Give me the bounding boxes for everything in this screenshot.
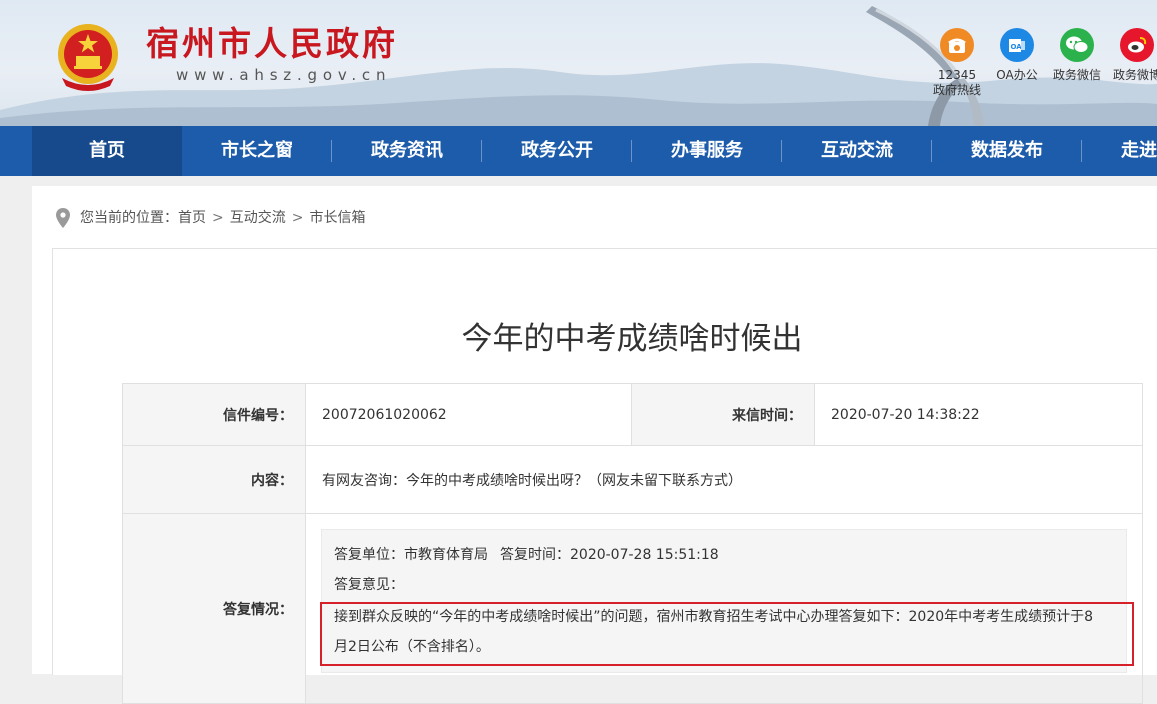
table-row: 内容： 有网友咨询：今年的中考成绩啥时候出呀？（网友未留下联系方式） (122, 445, 1143, 514)
site-header: 宿州市人民政府 www.ahsz.gov.cn 12345 政府热线 OA OA… (0, 0, 1157, 126)
quick-link-label: 政务微信 (1052, 68, 1101, 82)
letter-reply-label: 答复情况： (122, 513, 306, 704)
quick-link-oa[interactable]: OA OA办公 (987, 28, 1047, 83)
wechat-icon (1060, 28, 1094, 62)
table-row: 答复情况： 答复单位：市教育体育局 答复时间：2020-07-28 15:51:1… (122, 513, 1143, 704)
nav-item-data-release[interactable]: 数据发布 (932, 126, 1082, 176)
nav-item-open-government[interactable]: 政务公开 (482, 126, 632, 176)
quick-link-label: OA办公 (996, 68, 1038, 82)
breadcrumb-separator: > (291, 210, 304, 226)
letter-time-label: 来信时间： (631, 383, 815, 446)
letter-content-value: 有网友咨询：今年的中考成绩啥时候出呀？（网友未留下联系方式） (305, 445, 1143, 514)
breadcrumb-separator: > (212, 210, 224, 226)
site-title[interactable]: 宿州市人民政府 (146, 22, 398, 66)
nav-item-about-suzhou[interactable]: 走进宿州 (1082, 126, 1157, 176)
quick-link-wechat[interactable]: 政务微信 (1047, 28, 1107, 83)
letter-content-label: 内容： (122, 445, 306, 514)
breadcrumb: 您当前的位置： 首页 > 互动交流 > 市长信箱 (56, 207, 365, 229)
letter-time-value: 2020-07-20 14:38:22 (814, 383, 1143, 446)
nav-item-home[interactable]: 首页 (32, 126, 182, 176)
table-row: 信件编号： 20072061020062 来信时间： 2020-07-20 14… (122, 383, 1143, 446)
main-nav: 首页 市长之窗 政务资讯 政务公开 办事服务 互动交流 数据发布 走进宿州 (0, 126, 1157, 176)
nav-item-mayor-window[interactable]: 市长之窗 (182, 126, 332, 176)
letter-number-value: 20072061020062 (305, 383, 632, 446)
phone-icon (940, 28, 974, 62)
reply-time: 答复时间：2020-07-28 15:51:18 (500, 547, 719, 563)
quick-link-label: 12345 政府热线 (932, 68, 981, 97)
reply-box: 答复单位：市教育体育局 答复时间：2020-07-28 15:51:18 答复意见… (321, 529, 1127, 673)
letter-title: 今年的中考成绩啥时候出 (461, 321, 803, 357)
nav-item-interaction[interactable]: 互动交流 (782, 126, 932, 176)
quick-link-weibo[interactable]: 政务微博 (1107, 28, 1157, 83)
location-pin-icon (56, 208, 70, 228)
nav-item-news[interactable]: 政务资讯 (332, 126, 482, 176)
nav-item-services[interactable]: 办事服务 (632, 126, 782, 176)
reply-opinion-label: 答复意见： (334, 577, 404, 593)
site-url: www.ahsz.gov.cn (176, 66, 392, 84)
letter-number-label: 信件编号： (122, 383, 306, 446)
quick-link-hotline[interactable]: 12345 政府热线 (927, 28, 987, 98)
reply-meta: 答复单位：市教育体育局 答复时间：2020-07-28 15:51:18 (334, 540, 1114, 570)
breadcrumb-link-interaction[interactable]: 互动交流 (230, 207, 286, 229)
breadcrumb-link-home[interactable]: 首页 (178, 207, 206, 229)
breadcrumb-prefix: 您当前的位置： (80, 210, 178, 226)
quick-link-label: 政务微博 (1112, 68, 1157, 82)
weibo-icon (1120, 28, 1154, 62)
letter-reply-cell: 答复单位：市教育体育局 答复时间：2020-07-28 15:51:18 答复意见… (305, 513, 1143, 704)
breadcrumb-link-mailbox[interactable]: 市长信箱 (309, 207, 365, 229)
reply-unit: 答复单位：市教育体育局 (334, 547, 488, 563)
svg-text:OA: OA (1011, 43, 1023, 51)
national-emblem-icon (58, 24, 118, 91)
reply-text: 接到群众反映的“今年的中考成绩啥时候出”的问题，宿州市教育招生考试中心办理答复如… (334, 609, 1094, 655)
letter-info-table: 信件编号： 20072061020062 来信时间： 2020-07-20 14… (122, 383, 1143, 704)
oa-icon: OA (1000, 28, 1034, 62)
